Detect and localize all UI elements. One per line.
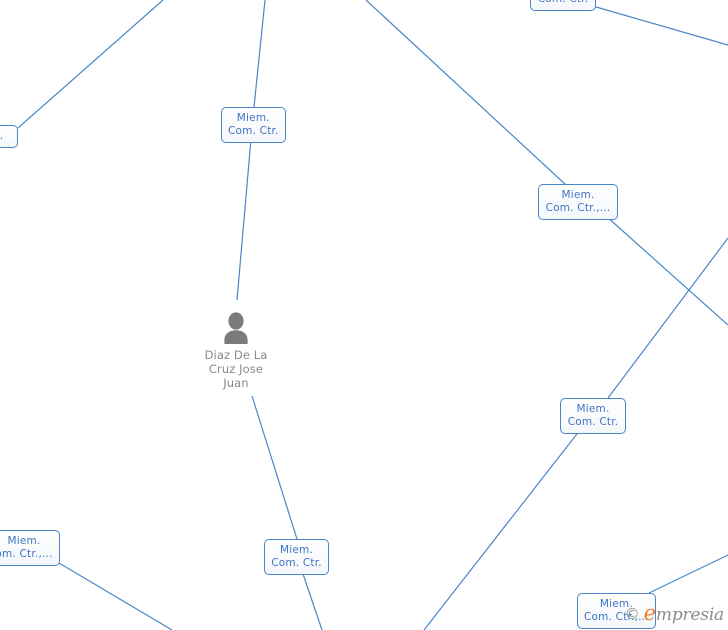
relation-label-node[interactable]: Com. Ctr. [530,0,596,11]
relation-label-line: Com. Ctr. [228,125,279,137]
empresia-watermark: © empresia [624,601,725,625]
graph-edge [301,570,323,630]
center-person-name: Diaz De La Cruz Jose Juan [171,348,301,390]
copyright-icon: © [624,604,640,623]
graph-edge [605,215,728,326]
relation-label-line: Com. Ctr. [271,557,322,569]
center-person-name-line: Diaz De La [204,348,268,362]
graph-edge [648,554,728,594]
relation-label-line: Miem. [279,544,313,556]
graph-edge [253,0,266,108]
person-avatar-icon [224,312,248,344]
relation-label-line: ... [0,130,4,142]
graph-edge [58,562,173,630]
relation-label-line: Com. Ctr.,... [545,202,611,214]
graph-edge [251,395,298,540]
relation-label-node[interactable]: Miem. Com. Ctr. [560,398,626,434]
relation-label-node[interactable]: Miem. om. Ctr.,... [0,530,60,566]
center-person-name-line: Juan [223,376,249,390]
graph-edge [595,6,728,46]
relation-label-line: Miem. [7,535,41,547]
graph-edge [17,0,164,129]
center-person-node[interactable]: Diaz De La Cruz Jose Juan [171,312,301,390]
relation-label-line: Com. Ctr. [567,416,619,428]
relation-label-node[interactable]: Miem. Com. Ctr.,... [538,184,618,220]
relation-label-line: Miem. [236,112,270,124]
empresia-wordmark: empresia [643,601,725,625]
graph-edge [236,138,252,301]
graph-edge [365,0,567,186]
empresia-brand-rest: mpresia [655,605,724,625]
relation-label-line: om. Ctr.,... [0,548,53,560]
center-person-name-line: Cruz Jose [208,362,264,376]
relation-label-line: Miem. [576,403,610,415]
empresia-brand-initial: e [643,601,656,625]
graph-edge [607,237,728,399]
relation-label-node[interactable]: Miem. Com. Ctr. [221,107,286,143]
relation-label-line: Miem. [561,189,595,201]
relation-label-node[interactable]: Miem. Com. Ctr. [264,539,329,575]
relationship-graph-canvas[interactable]: Miem.Com. Ctr.Com. Ctr.Miem.Com. Ctr.,..… [0,0,728,630]
graph-edges-layer [17,0,728,630]
relation-label-line: Com. Ctr. [537,0,589,6]
relation-label-node[interactable]: ... [0,125,18,148]
graph-edge [423,429,581,630]
